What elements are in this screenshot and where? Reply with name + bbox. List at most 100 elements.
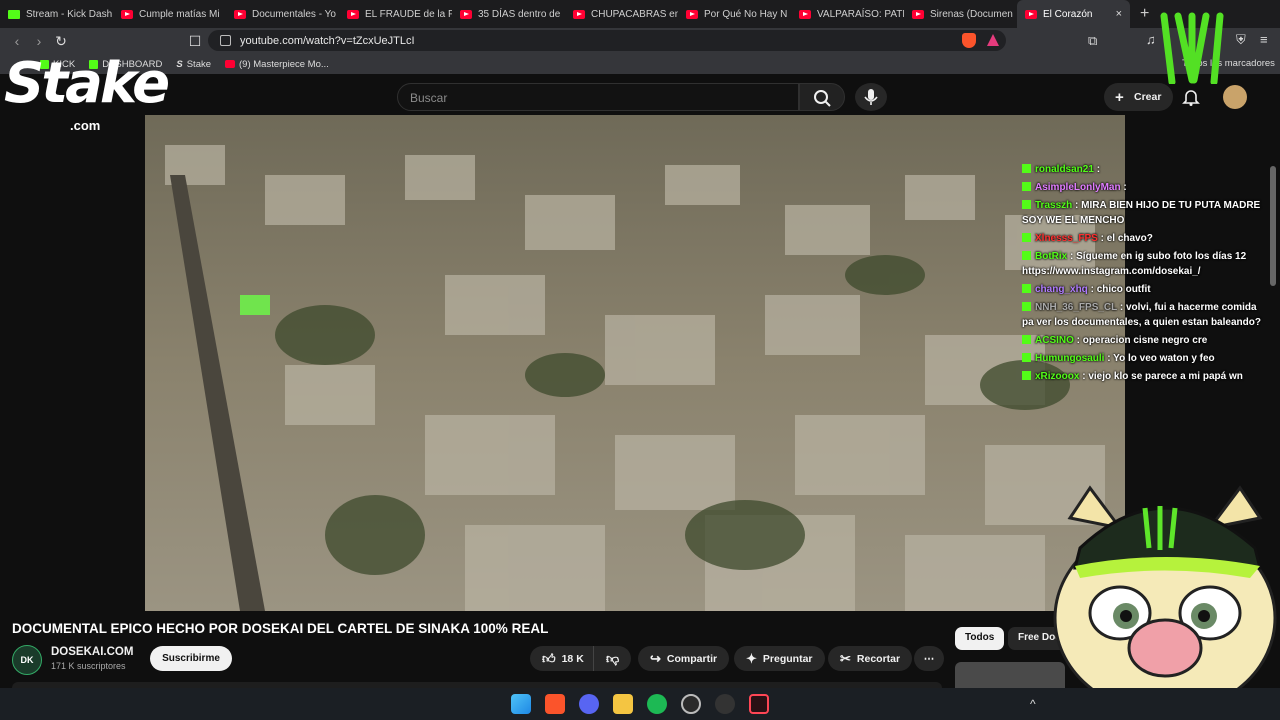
scissors-icon: ✂	[840, 650, 851, 666]
like-button[interactable]: 👍︎ 18 K	[530, 646, 598, 671]
dislike-button[interactable]: 👎︎	[593, 646, 632, 671]
subscriber-count: 171 K suscriptores	[51, 661, 126, 671]
streamer-cat-avatar	[1053, 485, 1277, 688]
tab-8[interactable]: Sirenas (Documen×	[904, 0, 1017, 28]
kick-badge-icon	[1022, 233, 1031, 242]
bookmark-label: (9) Masterpiece Mo...	[239, 58, 329, 70]
tab-0[interactable]: Stream - Kick Dash×	[0, 0, 113, 28]
kick-badge-icon	[1022, 302, 1031, 311]
chat-message: BotRix : Sígueme en ig subo foto los día…	[1022, 249, 1262, 279]
brave-browser-icon[interactable]	[545, 694, 565, 714]
thumbs-down-icon: 👎︎	[606, 650, 620, 666]
tab-label: Por Qué No Hay N	[704, 8, 788, 20]
tab-label: 35 DÍAS dentro de	[478, 8, 561, 20]
ask-label: Preguntar	[762, 652, 813, 665]
bookmark-2[interactable]: S Stake	[176, 59, 211, 70]
spotify-icon[interactable]	[647, 694, 667, 714]
tab-4[interactable]: 35 DÍAS dentro de×	[452, 0, 565, 28]
ask-button[interactable]: ✦ Preguntar	[734, 646, 825, 671]
tab-label: CHUPACABRAS en	[591, 8, 678, 20]
extensions-icon[interactable]: ⧉	[1088, 33, 1097, 49]
obs-icon[interactable]	[681, 694, 701, 714]
browser-tab-bar: Stream - Kick Dash×Cumple matías Mi×Docu…	[0, 0, 1280, 28]
search-icon	[814, 90, 831, 107]
video-player[interactable]	[145, 115, 1125, 611]
notifications-icon[interactable]	[1182, 88, 1200, 106]
windows-start-icon[interactable]	[511, 694, 531, 714]
discord-icon[interactable]	[579, 694, 599, 714]
youtube-icon	[912, 9, 924, 19]
tab-1[interactable]: Cumple matías Mi×	[113, 0, 226, 28]
music-icon[interactable]: ♫	[1146, 32, 1156, 47]
chat-username: xRizooox	[1035, 371, 1080, 382]
chat-username: Xlnesss_FPS	[1035, 233, 1098, 244]
clip-label: Recortar	[856, 652, 901, 665]
chat-separator: :	[1079, 371, 1089, 382]
tab-close-icon[interactable]: ×	[1116, 8, 1122, 20]
reload-icon[interactable]: ↻	[50, 33, 72, 50]
clip-button[interactable]: ✂ Recortar	[828, 646, 913, 671]
tab-label: Cumple matías Mi	[139, 8, 220, 20]
forward-icon[interactable]: ›	[28, 33, 50, 49]
youtube-icon	[573, 9, 585, 19]
avatar[interactable]	[1223, 85, 1247, 109]
chat-separator: :	[1072, 200, 1082, 211]
tab-9[interactable]: El Corazón ×	[1017, 0, 1130, 28]
file-explorer-icon[interactable]	[613, 694, 633, 714]
youtube-icon	[460, 9, 472, 19]
tab-7[interactable]: VALPARAÍSO: PATR×	[791, 0, 904, 28]
shield-icon[interactable]: ⛨	[1236, 32, 1246, 48]
chat-separator: :	[1120, 182, 1127, 193]
like-count: 18 K	[561, 652, 584, 665]
new-tab-button[interactable]: +	[1130, 5, 1159, 23]
youtube-icon	[1025, 9, 1037, 19]
search-input[interactable]: Buscar	[397, 83, 799, 111]
tab-6[interactable]: Por Qué No Hay N×	[678, 0, 791, 28]
chat-username: Humungosauli	[1035, 353, 1105, 364]
voice-search-button[interactable]	[855, 83, 887, 111]
menu-icon[interactable]: ≡	[1260, 32, 1268, 47]
kick-badge-icon	[1022, 284, 1031, 293]
recommended-thumbnail[interactable]	[955, 662, 1065, 688]
search-button[interactable]	[799, 83, 845, 111]
brave-shield-icon[interactable]	[962, 33, 976, 48]
page-scrollbar[interactable]	[1270, 166, 1276, 286]
chat-message: Humungosauli : Yo lo veo waton y feo	[1022, 351, 1262, 366]
valorant-icon[interactable]	[749, 694, 769, 714]
brave-rewards-icon[interactable]	[987, 34, 999, 46]
channel-avatar[interactable]: DK	[12, 645, 42, 675]
chat-message: AsimpleLonlyMan :	[1022, 180, 1262, 195]
create-button[interactable]: + Crear	[1104, 83, 1174, 111]
chat-text: viejo klo se parece a mi papá wn	[1088, 371, 1243, 382]
mic-icon	[864, 89, 878, 105]
tab-3[interactable]: EL FRAUDE de la FIF×	[339, 0, 452, 28]
tab-label: EL FRAUDE de la FIF	[365, 8, 452, 20]
tab-5[interactable]: CHUPACABRAS en×	[565, 0, 678, 28]
chip-todos[interactable]: Todos	[955, 627, 1005, 650]
stake-logo: Stake	[4, 51, 170, 116]
bookmark-icon[interactable]: ☐	[184, 33, 206, 50]
address-bar[interactable]: youtube.com/watch?v=tZcxUeJTLcI	[208, 30, 1006, 51]
thumbs-up-icon: 👍︎	[542, 650, 556, 666]
more-actions-button[interactable]: ⋯	[914, 646, 944, 671]
tray-chevron-icon[interactable]: ^	[1030, 697, 1036, 711]
bookmarks-bar: KICK DASHBOARD S Stake (9) Masterpiece Mo...	[0, 54, 1280, 74]
channel-name[interactable]: DOSEKAI.COM	[51, 646, 133, 658]
chat-separator: :	[1073, 335, 1083, 346]
app-icon[interactable]	[715, 694, 735, 714]
chat-separator: :	[1093, 164, 1101, 175]
chat-message: ronaldsan21 :	[1022, 162, 1262, 177]
chat-username: ronaldsan21	[1035, 164, 1094, 175]
tab-2[interactable]: Documentales - Yo×	[226, 0, 339, 28]
share-label: Compartir	[666, 652, 718, 665]
chat-message: xRizooox : viejo klo se parece a mi papá…	[1022, 369, 1262, 384]
chat-text: chico outfit	[1096, 284, 1151, 295]
kick-badge-icon	[1022, 182, 1031, 191]
video-title: DOCUMENTAL EPICO HECHO POR DOSEKAI DEL C…	[12, 621, 549, 636]
subscribe-button[interactable]: Suscribirme	[150, 646, 232, 671]
share-button[interactable]: ↪ Compartir	[638, 646, 730, 671]
tab-label: El Corazón	[1043, 8, 1093, 20]
bookmark-3[interactable]: (9) Masterpiece Mo...	[225, 59, 329, 70]
site-info-icon[interactable]	[220, 35, 231, 46]
back-icon[interactable]: ‹	[6, 33, 28, 49]
